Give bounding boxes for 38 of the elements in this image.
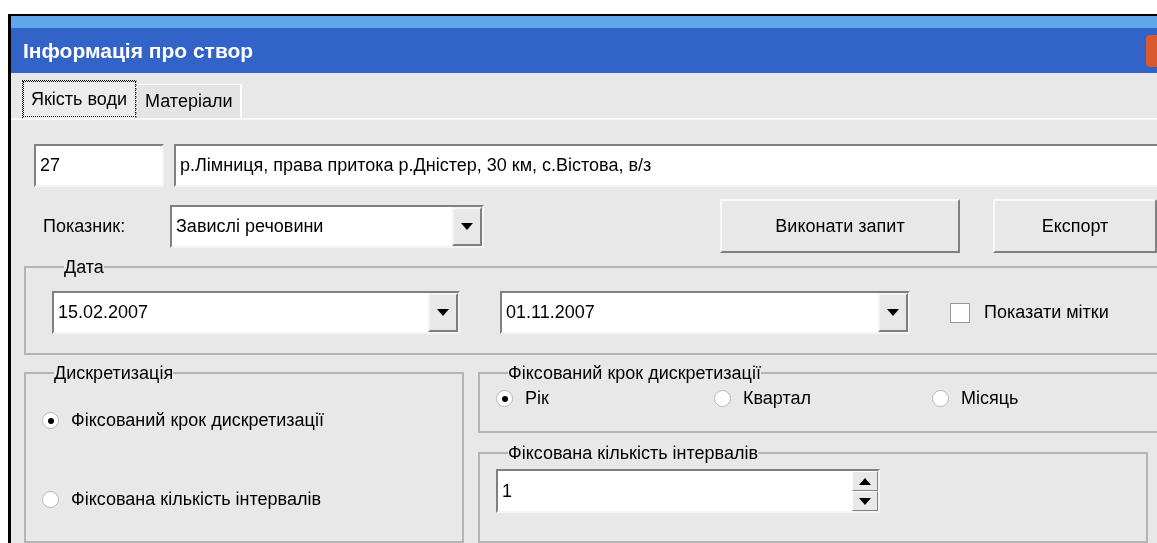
dropdown-button[interactable] bbox=[878, 293, 908, 332]
tab[interactable]: Якість води bbox=[22, 80, 138, 118]
window-title: Інформація про створ bbox=[23, 37, 255, 64]
group-title: Фіксований крок дискретизації bbox=[508, 363, 761, 383]
group-title: Дата bbox=[64, 257, 104, 277]
group-title: Фіксована кількість інтервалів bbox=[508, 443, 758, 463]
query-button[interactable]: Виконати запит bbox=[720, 199, 960, 253]
indicator-dropdown[interactable]: Завислі речовини bbox=[170, 204, 484, 248]
radio-button[interactable] bbox=[932, 390, 949, 407]
caret-up-icon bbox=[859, 477, 871, 485]
radio-label: Фіксована кількість інтервалів bbox=[71, 488, 321, 511]
radio-label: Квартал bbox=[743, 387, 812, 410]
checkbox-label: Показати мітки bbox=[984, 301, 1109, 324]
checkbox[interactable] bbox=[950, 302, 970, 323]
station-name-field[interactable]: р.Лімниця, права притока р.Дністер, 30 км, с.Вістова, в/з bbox=[174, 144, 1157, 187]
caret-down-icon bbox=[437, 309, 449, 316]
radio-button[interactable] bbox=[496, 390, 513, 407]
spin-up-button[interactable] bbox=[852, 471, 878, 491]
caret-down-icon bbox=[887, 309, 899, 316]
dropdown-button[interactable] bbox=[452, 206, 482, 246]
radio-label: Місяць bbox=[961, 387, 1019, 410]
radio-label: Фіксований крок дискретизації bbox=[71, 409, 324, 432]
radio-button[interactable] bbox=[714, 390, 731, 407]
caret-down-icon bbox=[859, 497, 871, 505]
end-date-dropdown[interactable]: 01.11.2007 bbox=[500, 291, 910, 334]
export-button[interactable]: Експорт bbox=[993, 199, 1157, 253]
caret-down-icon bbox=[461, 222, 473, 230]
start-date-dropdown[interactable]: 15.02.2007 bbox=[52, 291, 460, 334]
interval-count-spinner[interactable]: 1 bbox=[496, 469, 880, 513]
radio-label: Рік bbox=[525, 387, 549, 410]
indicator-label: Показник: bbox=[43, 214, 127, 238]
group-title: Дискретизація bbox=[54, 363, 174, 383]
dropdown-button[interactable] bbox=[428, 293, 458, 332]
tab[interactable]: Матеріали bbox=[137, 84, 243, 118]
radio-button[interactable] bbox=[42, 412, 59, 429]
spin-down-button[interactable] bbox=[852, 491, 878, 511]
radio-button[interactable] bbox=[42, 491, 59, 508]
code-field[interactable]: 27 bbox=[34, 144, 164, 187]
